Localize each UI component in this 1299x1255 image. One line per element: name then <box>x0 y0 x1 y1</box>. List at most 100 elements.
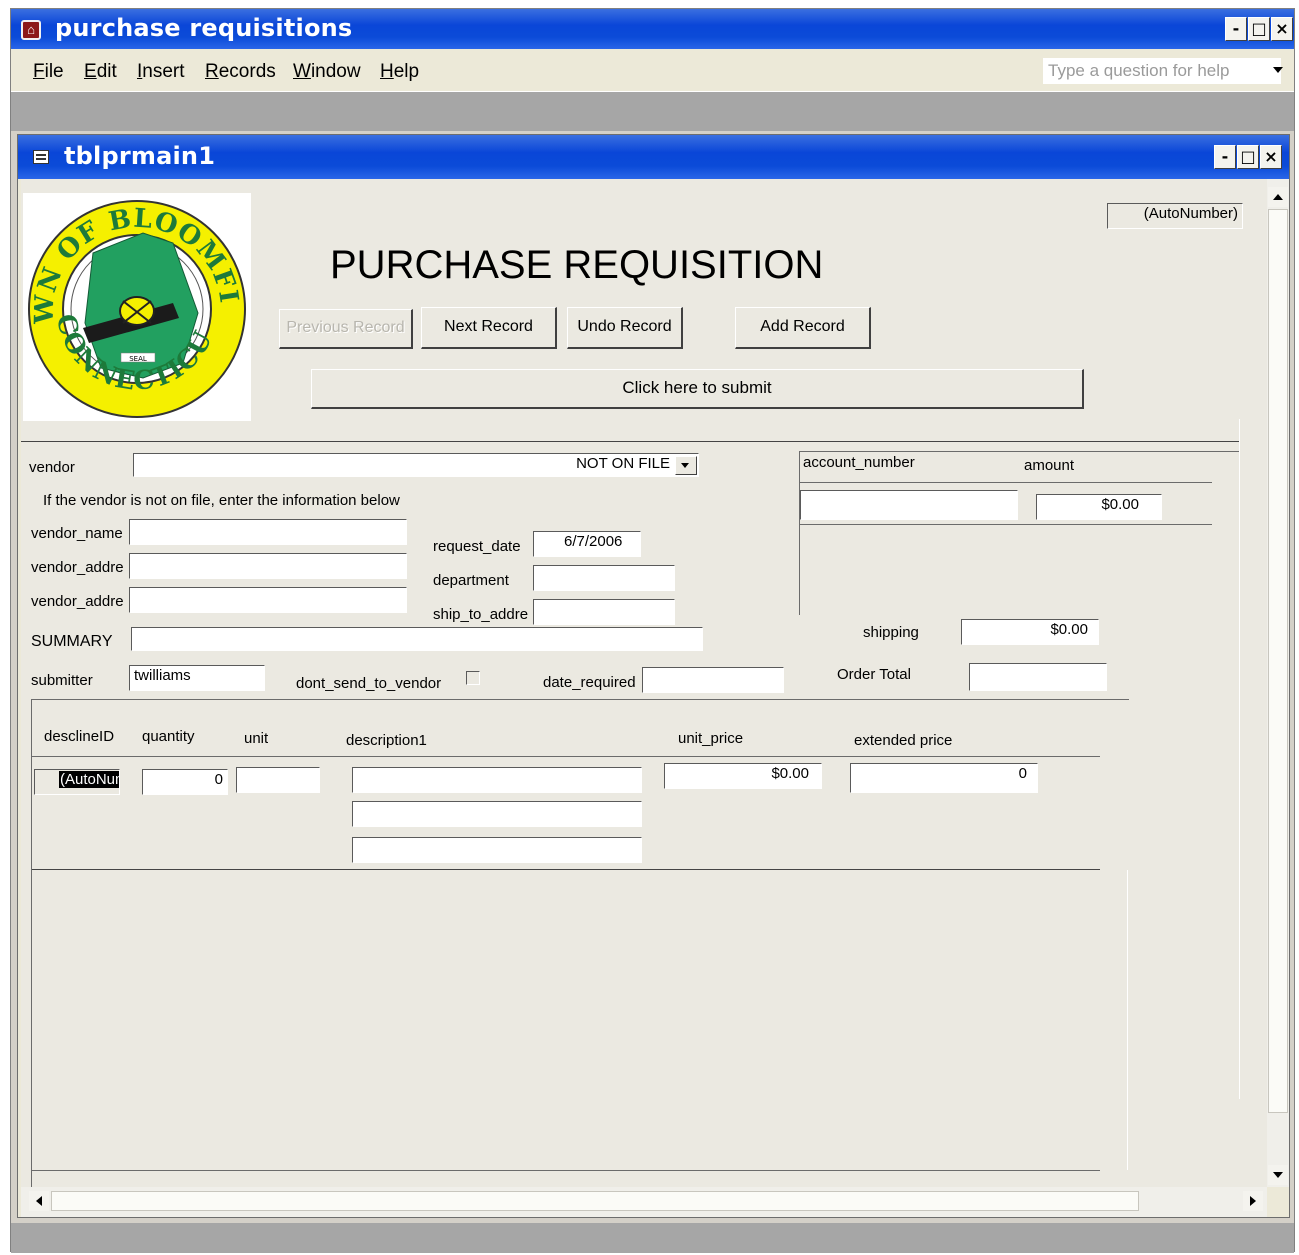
scroll-right-button[interactable] <box>1243 1191 1263 1211</box>
account-number-header: account_number <box>803 454 915 471</box>
vendor-address1-label: vendor_addre <box>31 559 123 576</box>
arrow-down-icon <box>1273 1172 1283 1178</box>
vendor-combo[interactable]: NOT ON FILE <box>133 453 699 477</box>
department-field[interactable] <box>533 565 675 591</box>
status-area <box>11 1223 1294 1253</box>
access-app-icon: ⌂ <box>21 20 41 40</box>
form-close-button[interactable]: × <box>1260 145 1282 169</box>
unit-field[interactable] <box>236 767 320 793</box>
order-total-label: Order Total <box>837 666 911 683</box>
extended-price-field[interactable]: 0 <box>850 763 1038 793</box>
desclineid-header: desclineID <box>44 728 115 745</box>
app-window: ⌂ purchase requisitions - □ × File Edit … <box>10 8 1295 1253</box>
maximize-button[interactable]: □ <box>1248 17 1270 41</box>
minimize-button[interactable]: - <box>1225 17 1247 41</box>
add-record-button[interactable]: Add Record <box>735 307 871 349</box>
vendor-name-field[interactable] <box>129 519 407 545</box>
scroll-down-button[interactable] <box>1268 1165 1288 1185</box>
order-total-field[interactable] <box>969 663 1107 691</box>
record-id-field[interactable]: (AutoNumber) <box>1107 203 1243 229</box>
close-button[interactable]: × <box>1271 17 1293 41</box>
arrow-left-icon <box>36 1196 42 1206</box>
town-logo: SEAL TOWN OF BLOOMFIELD CONNECTICUT <box>21 179 251 421</box>
vertical-scrollbar[interactable] <box>1267 179 1289 1187</box>
menu-bar: File Edit Insert Records Window Help Typ… <box>11 49 1294 91</box>
summary-field[interactable] <box>131 627 703 651</box>
svg-text:SEAL: SEAL <box>129 355 147 363</box>
description2-field[interactable] <box>352 801 642 827</box>
form-icon <box>33 150 49 164</box>
menu-file[interactable]: File <box>33 61 64 83</box>
scroll-up-button[interactable] <box>1268 187 1288 207</box>
summary-label: SUMMARY <box>31 633 113 650</box>
dont-send-to-vendor-label: dont_send_to_vendor <box>296 675 442 692</box>
chevron-down-icon <box>681 463 689 468</box>
menu-records[interactable]: Records <box>205 61 276 83</box>
horizontal-scroll-thumb[interactable] <box>51 1191 1139 1211</box>
chevron-down-icon[interactable] <box>1273 67 1283 73</box>
amount-field[interactable]: $0.00 <box>1036 494 1162 520</box>
quantity-header: quantity <box>142 728 195 745</box>
date-required-field[interactable] <box>642 667 784 693</box>
description1-header: description1 <box>346 732 427 749</box>
header-divider <box>21 441 1261 442</box>
menu-help[interactable]: Help <box>380 61 419 83</box>
arrow-up-icon <box>1273 194 1283 200</box>
form-maximize-button[interactable]: □ <box>1237 145 1259 169</box>
request-date-label: request_date <box>433 538 521 555</box>
scroll-left-button[interactable] <box>29 1191 49 1211</box>
ship-to-address-field[interactable] <box>533 599 675 625</box>
vendor-dropdown-button[interactable] <box>675 456 697 475</box>
descline-id-value: (AutoNumber) <box>59 771 119 788</box>
submitter-field[interactable]: twilliams <box>129 665 265 691</box>
form-canvas: SEAL TOWN OF BLOOMFIELD CONNECTICUT PURC… <box>21 179 1267 1187</box>
description1-field[interactable] <box>352 767 642 793</box>
vendor-note: If the vendor is not on file, enter the … <box>43 492 400 509</box>
vendor-name-label: vendor_name <box>31 525 123 542</box>
app-title: purchase requisitions <box>55 14 353 42</box>
shipping-label: shipping <box>863 624 919 641</box>
unit-header: unit <box>244 730 269 747</box>
form-window: tblprmain1 - □ × SEAL WN OF BLOOMFI CONN… <box>17 134 1290 1218</box>
submit-button[interactable]: Click here to submit <box>311 369 1084 409</box>
vendor-address2-field[interactable] <box>129 587 407 613</box>
account-number-field[interactable] <box>800 490 1018 520</box>
submitter-label: submitter <box>31 672 93 689</box>
department-label: department <box>433 572 509 589</box>
app-titlebar[interactable]: ⌂ purchase requisitions - □ × <box>11 9 1294 49</box>
table-row: (AutoNumber) 0 $0.00 0 <box>32 757 1100 869</box>
help-search-input[interactable]: Type a question for help <box>1043 58 1281 84</box>
account-subform: account_number amount $0.00 <box>799 451 1239 615</box>
vertical-scroll-thumb[interactable] <box>1268 209 1288 1113</box>
vendor-address1-field[interactable] <box>129 553 407 579</box>
menu-window[interactable]: Window <box>293 61 361 83</box>
undo-record-button[interactable]: Undo Record <box>567 307 683 349</box>
extended-price-header: extended price <box>854 732 953 749</box>
page-title: PURCHASE REQUISITION <box>330 243 824 287</box>
arrow-right-icon <box>1250 1196 1256 1206</box>
menu-edit[interactable]: Edit <box>84 61 117 83</box>
descline-id-field[interactable]: (AutoNumber) <box>34 769 120 795</box>
horizontal-scrollbar[interactable] <box>21 1187 1267 1217</box>
amount-header: amount <box>1024 457 1075 474</box>
vendor-address2-label: vendor_addre <box>31 593 123 610</box>
toolbar-area <box>11 91 1294 131</box>
menu-insert[interactable]: Insert <box>137 61 185 83</box>
vendor-label: vendor <box>29 459 75 476</box>
form-titlebar[interactable]: tblprmain1 - □ × <box>18 135 1289 179</box>
unit-price-header: unit_price <box>678 730 744 747</box>
date-required-label: date_required <box>543 674 636 691</box>
form-minimize-button[interactable]: - <box>1214 145 1236 169</box>
unit-price-field[interactable]: $0.00 <box>664 763 822 789</box>
form-title: tblprmain1 <box>64 142 216 170</box>
description3-field[interactable] <box>352 837 642 863</box>
vendor-combo-value: NOT ON FILE <box>576 455 670 472</box>
previous-record-button[interactable]: Previous Record <box>279 309 413 349</box>
request-date-field[interactable]: 6/7/2006 <box>533 531 641 557</box>
ship-to-address-label: ship_to_addre <box>433 606 529 623</box>
dont-send-to-vendor-checkbox[interactable] <box>466 671 480 685</box>
shipping-field[interactable]: $0.00 <box>961 619 1099 645</box>
quantity-field[interactable]: 0 <box>142 769 228 795</box>
line-items-subform: desclineID quantity unit description1 un… <box>31 699 1129 1187</box>
next-record-button[interactable]: Next Record <box>421 307 557 349</box>
